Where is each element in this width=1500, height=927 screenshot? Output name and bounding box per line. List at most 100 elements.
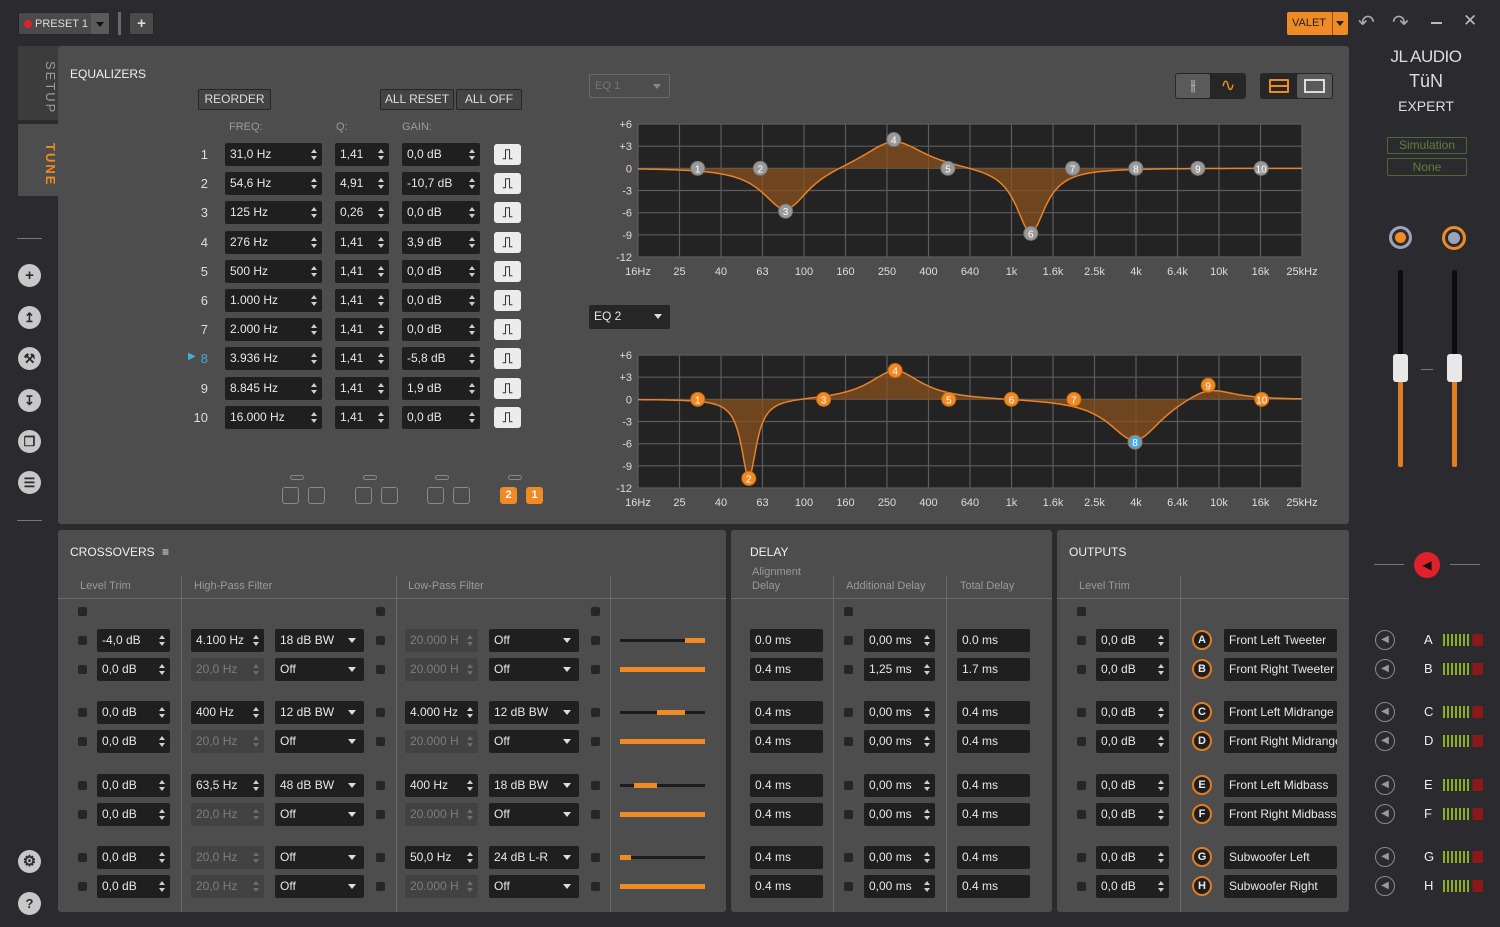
level-link-checkbox[interactable] [78,636,87,645]
lp-checkbox[interactable] [591,882,600,891]
level-trim-input[interactable]: 0,0 dB [97,846,170,869]
spinner-arrows-icon[interactable] [469,353,475,364]
spinner-arrows-icon[interactable] [253,881,259,892]
filter-type-peak-button[interactable]: ⎍ [494,407,521,428]
add-preset-button[interactable]: + [129,12,154,35]
channel-mute-speaker-icon[interactable]: ◀ [1375,731,1395,751]
band-q-input[interactable]: 1,41 [335,143,389,166]
output-name-input[interactable]: Front Left Tweeter [1224,629,1337,652]
spinner-arrows-icon[interactable] [159,664,165,675]
lp-checkbox[interactable] [591,708,600,717]
spinner-arrows-icon[interactable] [253,736,259,747]
spinner-arrows-icon[interactable] [378,207,384,218]
hp-freq-input[interactable]: 20,0 Hz [191,803,264,826]
output-level-input[interactable]: 0,0 dB [1096,803,1169,826]
output-level-checkbox[interactable] [1077,882,1086,891]
list-icon[interactable]: ☰ [18,471,41,494]
band-freq-input[interactable]: 500 Hz [225,260,322,283]
spinner-arrows-icon[interactable] [378,295,384,306]
lp-type-select[interactable]: 12 dB BW [489,701,579,724]
spinner-arrows-icon[interactable] [378,178,384,189]
lp-type-select[interactable]: 18 dB BW [489,774,579,797]
level-link-checkbox[interactable] [78,708,87,717]
additional-delay-input[interactable]: 0,00 ms [864,875,935,898]
spinner-arrows-icon[interactable] [1158,809,1164,820]
spinner-arrows-icon[interactable] [924,736,930,747]
output-name-input[interactable]: Subwoofer Left [1224,846,1337,869]
hp-freq-input[interactable]: 400 Hz [191,701,264,724]
spinner-arrows-icon[interactable] [1158,635,1164,646]
band-freq-input[interactable]: 276 Hz [225,231,322,254]
band-q-input[interactable]: 1,41 [335,260,389,283]
spinner-arrows-icon[interactable] [469,237,475,248]
level-trim-input[interactable]: 0,0 dB [97,774,170,797]
lp-freq-input[interactable]: 20.000 H [405,875,478,898]
eq2-selector[interactable]: EQ 2 [589,305,670,329]
all-reset-button[interactable]: ALL RESET [380,89,454,110]
level-trim-input[interactable]: 0,0 dB [97,658,170,681]
download-icon[interactable]: ↧ [18,389,41,412]
volume-slider-left-handle[interactable] [1393,354,1408,382]
hp-checkbox[interactable] [376,882,385,891]
tab-setup[interactable]: SETUP [18,46,58,120]
output-level-checkbox[interactable] [1077,708,1086,717]
output-level-input[interactable]: 0,0 dB [1096,875,1169,898]
band-gain-input[interactable]: 0,0 dB [402,406,480,429]
filter-type-peak-button[interactable]: ⎍ [494,232,521,253]
link-channel-a-button[interactable] [355,487,372,504]
band-gain-input[interactable]: -10,7 dB [402,172,480,195]
volume-slider-right-handle[interactable] [1447,354,1462,382]
curve-view-button[interactable]: ∿ [1211,74,1245,98]
filter-type-peak-button[interactable]: ⎍ [494,144,521,165]
spinner-arrows-icon[interactable] [253,809,259,820]
additional-delay-checkbox[interactable] [844,882,853,891]
lp-freq-input[interactable]: 20.000 H [405,730,478,753]
band-freq-input[interactable]: 125 Hz [225,201,322,224]
spinner-arrows-icon[interactable] [378,324,384,335]
spinner-arrows-icon[interactable] [924,809,930,820]
channel-select-left[interactable] [1389,226,1412,249]
level-link-checkbox[interactable] [78,607,87,616]
preset-selector[interactable]: PRESET 1 [18,12,110,35]
spinner-arrows-icon[interactable] [311,383,317,394]
lp-checkbox[interactable] [591,853,600,862]
link-channel-b-button[interactable] [308,487,325,504]
spinner-arrows-icon[interactable] [1158,780,1164,791]
spinner-arrows-icon[interactable] [924,881,930,892]
hp-link-checkbox[interactable] [376,607,385,616]
filter-type-peak-button[interactable]: ⎍ [494,202,521,223]
sliders-view-button[interactable]: ⫲ [1176,74,1210,98]
upload-icon[interactable]: ↥ [18,306,41,329]
spinner-arrows-icon[interactable] [1158,736,1164,747]
hp-checkbox[interactable] [376,665,385,674]
lp-type-select[interactable]: Off [489,803,579,826]
spinner-arrows-icon[interactable] [469,412,475,423]
link-channel-a-button[interactable] [282,487,299,504]
output-level-input[interactable]: 0,0 dB [1096,658,1169,681]
band-q-input[interactable]: 1,41 [335,406,389,429]
wrench-icon[interactable]: ⚒ [18,347,41,370]
level-link-checkbox[interactable] [78,665,87,674]
level-link-checkbox[interactable] [78,882,87,891]
output-level-checkbox[interactable] [1077,781,1086,790]
chevron-down-icon[interactable] [91,13,109,34]
band-q-input[interactable]: 4,91 [335,172,389,195]
output-name-input[interactable]: Front Right Midbass [1224,803,1337,826]
spinner-arrows-icon[interactable] [469,178,475,189]
spinner-arrows-icon[interactable] [311,237,317,248]
lp-type-select[interactable]: 24 dB L-R [489,846,579,869]
output-level-input[interactable]: 0,0 dB [1096,846,1169,869]
hp-freq-input[interactable]: 20,0 Hz [191,846,264,869]
spinner-arrows-icon[interactable] [467,635,473,646]
output-level-link-checkbox[interactable] [1077,607,1086,616]
level-link-checkbox[interactable] [78,737,87,746]
spinner-arrows-icon[interactable] [253,780,259,791]
lp-checkbox[interactable] [591,665,600,674]
spinner-arrows-icon[interactable] [253,664,259,675]
lp-type-select[interactable]: Off [489,875,579,898]
spinner-arrows-icon[interactable] [159,707,165,718]
spinner-arrows-icon[interactable] [924,635,930,646]
band-gain-input[interactable]: 0,0 dB [402,201,480,224]
hp-type-select[interactable]: 12 dB BW [275,701,364,724]
band-q-input[interactable]: 1,41 [335,347,389,370]
